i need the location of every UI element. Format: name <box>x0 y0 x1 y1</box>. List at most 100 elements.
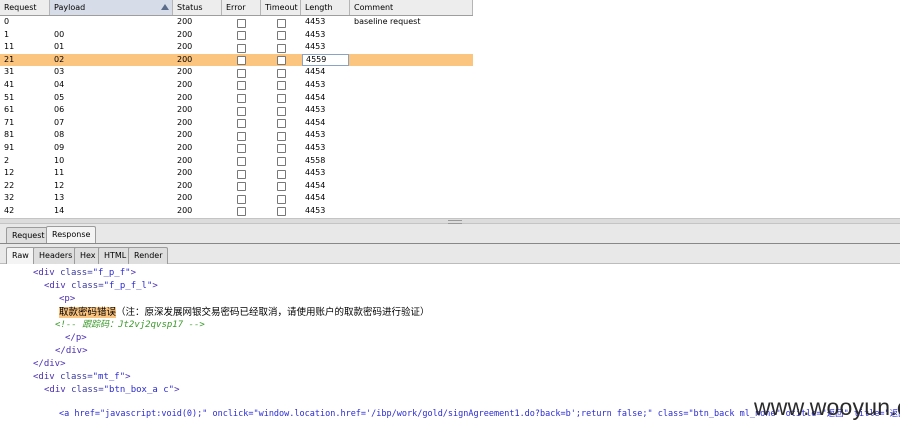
table-row[interactable]: 0 200 4453 baseline request <box>0 16 473 29</box>
timeout-checkbox[interactable] <box>277 131 286 141</box>
cell-status: 200 <box>177 92 193 102</box>
table-row[interactable]: 12 11 200 4453 <box>0 167 473 180</box>
table-row[interactable]: 32 13 200 4454 <box>0 192 473 205</box>
code-line: <div class="f_p_f_l"> <box>44 280 158 293</box>
code-line: </div> <box>33 359 66 369</box>
timeout-checkbox[interactable] <box>277 56 286 66</box>
cell-length: 4454 <box>305 193 326 203</box>
cell-length: 4453 <box>305 17 326 26</box>
column-header-request[interactable]: Request <box>0 0 50 15</box>
cell-comment <box>354 92 472 105</box>
error-checkbox[interactable] <box>237 81 246 91</box>
tab-response[interactable]: Response <box>46 226 97 244</box>
table-row[interactable]: 51 05 200 4454 <box>0 92 473 105</box>
column-header-comment[interactable]: Comment <box>350 0 473 15</box>
error-checkbox[interactable] <box>237 157 246 167</box>
error-checkbox[interactable] <box>237 68 246 78</box>
error-checkbox[interactable] <box>237 194 246 204</box>
table-row[interactable]: 71 07 200 4454 <box>0 117 473 130</box>
timeout-checkbox[interactable] <box>277 106 286 116</box>
table-row[interactable]: 61 06 200 4453 <box>0 104 473 117</box>
cell-comment <box>354 155 472 168</box>
tab-render[interactable]: Render <box>128 247 169 264</box>
cell-comment <box>354 66 472 79</box>
cell-length: 4453 <box>305 205 326 215</box>
code-line: </p> <box>65 333 87 343</box>
cell-payload: 13 <box>54 193 65 203</box>
cell-status: 200 <box>177 42 193 52</box>
table-row[interactable]: 41 04 200 4453 <box>0 79 473 92</box>
cell-request: 31 <box>4 67 15 77</box>
error-checkbox[interactable] <box>237 182 246 192</box>
cell-payload: 11 <box>54 168 65 178</box>
timeout-checkbox[interactable] <box>277 119 286 129</box>
message-tab-bar: Request Response <box>0 224 900 244</box>
timeout-checkbox[interactable] <box>277 31 286 41</box>
error-checkbox[interactable] <box>237 31 246 41</box>
table-row[interactable]: 21 02 200 4559 <box>0 53 473 67</box>
error-checkbox[interactable] <box>237 56 246 66</box>
table-row[interactable]: 11 01 200 4453 <box>0 41 473 54</box>
cell-request: 71 <box>4 117 15 127</box>
timeout-checkbox[interactable] <box>277 144 286 154</box>
timeout-checkbox[interactable] <box>277 94 286 104</box>
cell-length: 4453 <box>305 105 326 115</box>
timeout-checkbox[interactable] <box>277 43 286 53</box>
table-row[interactable]: 22 12 200 4454 <box>0 180 473 193</box>
cell-comment <box>354 54 472 67</box>
cell-request: 22 <box>4 180 15 190</box>
cell-payload: 14 <box>54 205 65 215</box>
cell-status: 200 <box>177 17 193 26</box>
table-row[interactable]: 1 00 200 4453 <box>0 29 473 42</box>
cell-status: 200 <box>177 79 193 89</box>
cell-comment <box>354 167 472 180</box>
timeout-checkbox[interactable] <box>277 207 286 217</box>
timeout-checkbox[interactable] <box>277 157 286 167</box>
code-tag: <div <box>44 281 66 291</box>
code-attr-value: "btn_box_a c" <box>103 385 175 395</box>
error-checkbox[interactable] <box>237 18 246 28</box>
cell-length: 4453 <box>305 168 326 178</box>
timeout-checkbox[interactable] <box>277 194 286 204</box>
cell-payload: 02 <box>54 54 65 64</box>
table-body: 0 200 4453 baseline request 1 00 200 4453 11 01 20… <box>0 16 473 218</box>
code-attr-value: "f_p_f" <box>92 268 131 278</box>
code-line: <div class="f_p_f"> <box>33 267 136 280</box>
error-checkbox[interactable] <box>237 131 246 141</box>
code-tag: > <box>174 385 180 395</box>
cell-request: 12 <box>4 168 15 178</box>
timeout-checkbox[interactable] <box>277 68 286 78</box>
timeout-checkbox[interactable] <box>277 81 286 91</box>
code-tag: <div <box>33 372 55 382</box>
cell-length: 4454 <box>305 67 326 77</box>
error-checkbox[interactable] <box>237 94 246 104</box>
timeout-checkbox[interactable] <box>277 169 286 179</box>
column-header-length[interactable]: Length <box>301 0 350 15</box>
table-row[interactable]: 81 08 200 4453 <box>0 129 473 142</box>
table-row[interactable]: 42 14 200 4453 <box>0 205 473 218</box>
cell-status: 200 <box>177 29 193 39</box>
cell-comment <box>354 192 472 205</box>
cell-status: 200 <box>177 180 193 190</box>
table-row[interactable]: 2 10 200 4558 <box>0 155 473 168</box>
column-header-payload[interactable]: Payload <box>50 0 173 15</box>
error-checkbox[interactable] <box>237 119 246 129</box>
error-checkbox[interactable] <box>237 207 246 217</box>
tab-raw[interactable]: Raw <box>6 247 35 264</box>
error-checkbox[interactable] <box>237 169 246 179</box>
table-row[interactable]: 91 09 200 4453 <box>0 142 473 155</box>
tab-request[interactable]: Request <box>6 227 51 244</box>
column-header-status[interactable]: Status <box>173 0 222 15</box>
cell-length: 4453 <box>305 130 326 140</box>
timeout-checkbox[interactable] <box>277 182 286 192</box>
error-checkbox[interactable] <box>237 144 246 154</box>
column-header-timeout[interactable]: Timeout <box>261 0 301 15</box>
column-header-error[interactable]: Error <box>222 0 261 15</box>
tab-headers[interactable]: Headers <box>33 247 79 264</box>
table-header: Request Payload Status Error Timeout Len… <box>0 0 473 16</box>
code-tag: <div <box>44 385 66 395</box>
table-row[interactable]: 31 03 200 4454 <box>0 66 473 79</box>
timeout-checkbox[interactable] <box>277 18 286 28</box>
error-checkbox[interactable] <box>237 43 246 53</box>
error-checkbox[interactable] <box>237 106 246 116</box>
